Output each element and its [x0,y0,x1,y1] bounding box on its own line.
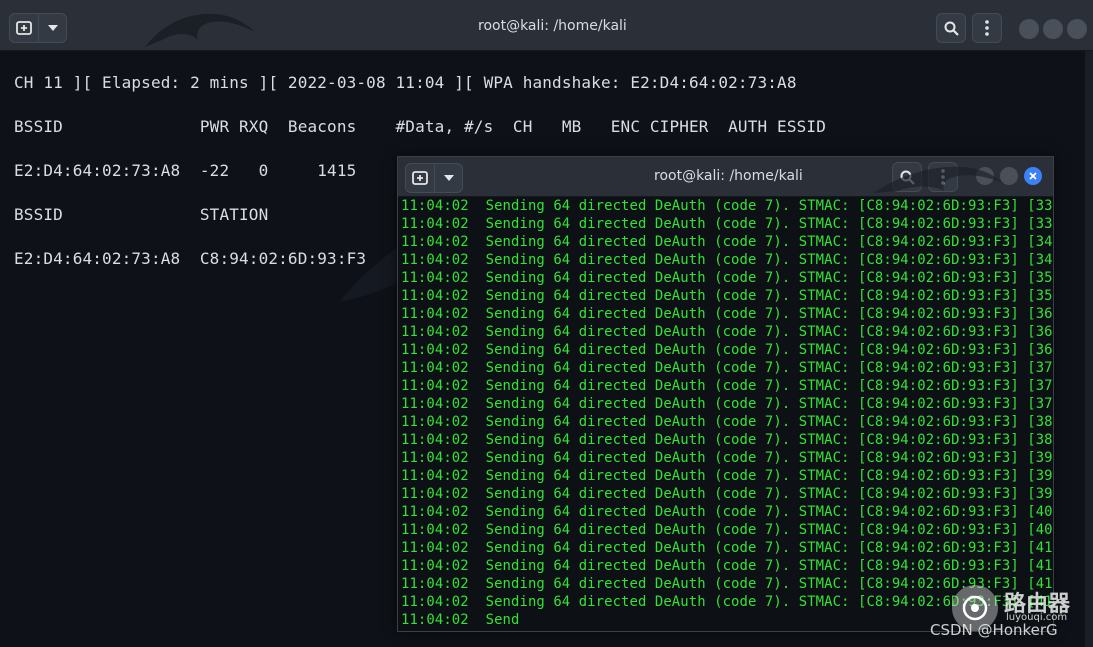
deauth-log-line: 11:04:02 Sending 64 directed DeAuth (cod… [401,288,1053,304]
kebab-menu-icon [941,169,945,185]
aireplay-deauth-output[interactable]: 11:04:02 Sending 64 directed DeAuth (cod… [398,197,1053,631]
new-tab-button[interactable] [406,164,434,192]
deauth-log-line: 11:04:02 Sending 64 directed DeAuth (cod… [401,450,1053,466]
station-table-header: BSSID STATION [14,205,269,224]
tab-menu-button[interactable] [434,164,462,192]
window-title: root@kali: /home/kali [654,168,803,184]
close-icon [1029,172,1037,180]
window-title: root@kali: /home/kali [478,18,627,34]
ap-table-header: BSSID PWR RXQ Beacons #Data, #/s CH MB E… [14,117,826,136]
deauth-log-line: 11:04:02 Sending 64 directed DeAuth (cod… [401,504,1053,520]
minimize-button[interactable] [1019,19,1039,39]
router-icon [962,595,988,621]
deauth-log-line: 11:04:02 Sending 64 directed DeAuth (cod… [401,486,1053,502]
deauth-log-line: 11:04:02 Sending 64 directed DeAuth (cod… [401,522,1053,538]
deauth-log-line: 11:04:02 Sending 64 directed DeAuth (cod… [401,198,1053,214]
search-icon [900,170,915,185]
back-tab-button-group[interactable] [9,13,67,43]
menu-button[interactable] [972,13,1002,43]
deauth-log-line: 11:04:02 Sending 64 directed DeAuth (cod… [401,270,1053,286]
maximize-button[interactable] [1000,167,1018,185]
chevron-down-icon [47,25,58,31]
search-button[interactable] [936,13,966,43]
deauth-log-line: 11:04:02 Sending 64 directed DeAuth (cod… [401,414,1053,430]
deauth-log-line-partial: 11:04:02 Send [401,612,520,628]
station-table-row: E2:D4:64:02:73:A8 C8:94:02:6D:93:F3 [14,249,367,268]
new-tab-icon [16,21,32,35]
front-tab-button-group[interactable] [405,163,463,193]
maximize-button[interactable] [1043,19,1063,39]
ap-table-row: E2:D4:64:02:73:A8 -22 0 1415 [14,161,357,180]
deauth-log-line: 11:04:02 Sending 64 directed DeAuth (cod… [401,324,1053,340]
close-button[interactable] [1067,19,1087,39]
deauth-log-line: 11:04:02 Sending 64 directed DeAuth (cod… [401,432,1053,448]
menu-button[interactable] [928,162,958,192]
watermark-credit: CSDN @HonkerG [930,621,1058,639]
deauth-log-line: 11:04:02 Sending 64 directed DeAuth (cod… [401,252,1053,268]
new-tab-icon [412,171,428,185]
search-icon [944,21,959,36]
deauth-log-line: 11:04:02 Sending 64 directed DeAuth (cod… [401,558,1053,574]
new-tab-button[interactable] [10,14,38,42]
deauth-log-line: 11:04:02 Sending 64 directed DeAuth (cod… [401,378,1053,394]
front-window-titlebar[interactable]: root@kali: /home/kali [398,157,1053,197]
deauth-log-line: 11:04:02 Sending 64 directed DeAuth (cod… [401,234,1053,250]
chevron-down-icon [443,175,454,181]
deauth-log-line: 11:04:02 Sending 64 directed DeAuth (cod… [401,342,1053,358]
search-button[interactable] [892,162,922,192]
deauth-log-line: 11:04:02 Sending 64 directed DeAuth (cod… [401,396,1053,412]
back-window-titlebar[interactable]: root@kali: /home/kali [0,0,1093,51]
deauth-log-line: 11:04:02 Sending 64 directed DeAuth (cod… [401,216,1053,232]
front-terminal-window[interactable]: root@kali: /home/kali 11:04:02 Sending 6… [397,156,1054,632]
tab-menu-button[interactable] [38,14,66,42]
deauth-log-line: 11:04:02 Sending 64 directed DeAuth (cod… [401,468,1053,484]
back-scrollbar[interactable] [1085,51,1093,647]
deauth-log-line: 11:04:02 Sending 64 directed DeAuth (cod… [401,576,1053,592]
airodump-status-line: CH 11 ][ Elapsed: 2 mins ][ 2022-03-08 1… [14,73,797,92]
deauth-log-line: 11:04:02 Sending 64 directed DeAuth (cod… [401,360,1053,376]
kebab-menu-icon [985,20,989,36]
minimize-button[interactable] [976,167,994,185]
deauth-log-line: 11:04:02 Sending 64 directed DeAuth (cod… [401,306,1053,322]
deauth-log-line: 11:04:02 Sending 64 directed DeAuth (cod… [401,540,1053,556]
close-button[interactable] [1024,167,1042,185]
